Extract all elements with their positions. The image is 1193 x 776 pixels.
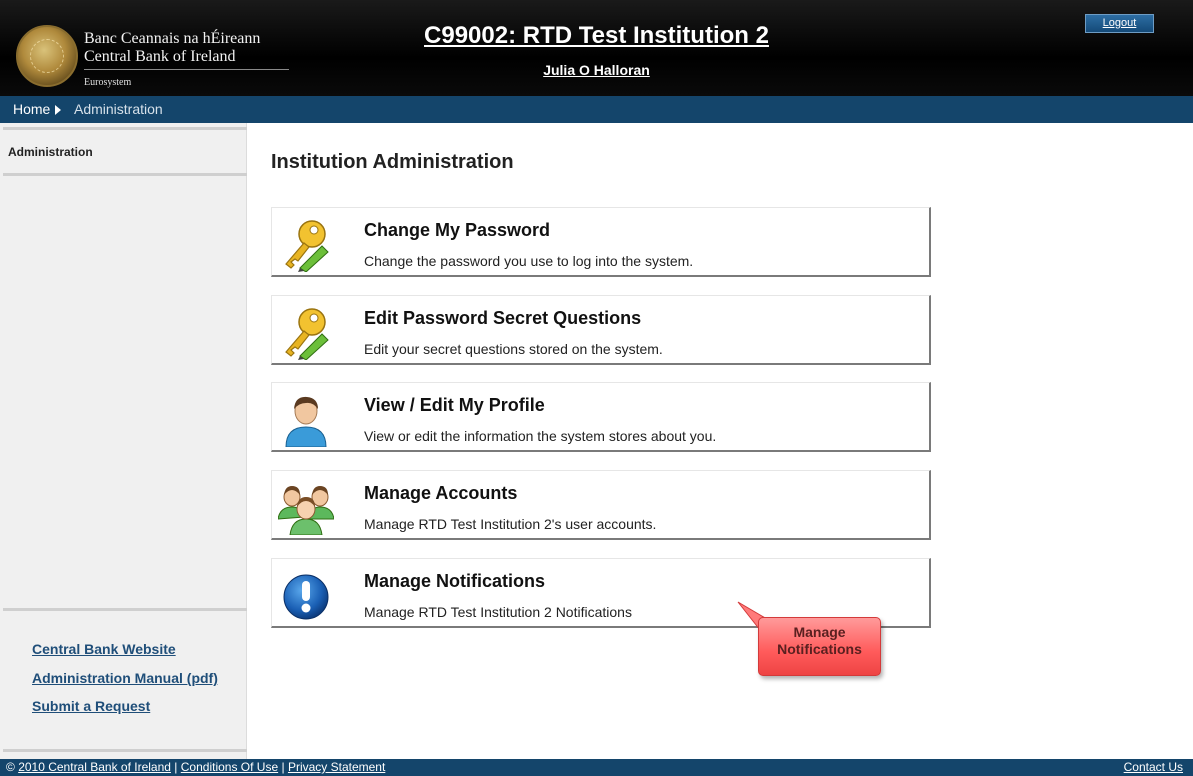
- breadcrumb-current: Administration: [74, 101, 163, 117]
- sidebar-divider: [3, 127, 247, 130]
- submit-request-link[interactable]: Submit a Request: [32, 698, 150, 714]
- card-title: Change My Password: [364, 220, 551, 240]
- sidebar-divider: [3, 173, 247, 176]
- administration-manual-link[interactable]: Administration Manual (pdf): [32, 670, 218, 686]
- eurosystem-label: Eurosystem: [84, 77, 132, 88]
- copyright-symbol: ©: [6, 760, 19, 774]
- manage-notifications-callout: Manage Notifications: [758, 617, 881, 676]
- institution-title[interactable]: C99002: RTD Test Institution 2: [0, 22, 1193, 50]
- card-title: Manage Accounts: [364, 483, 518, 503]
- card-title: View / Edit My Profile: [364, 395, 545, 415]
- card-title: Edit Password Secret Questions: [364, 308, 642, 328]
- edit-secret-questions-card[interactable]: Edit Password Secret Questions Edit your…: [271, 295, 931, 365]
- footer: © 2010 Central Bank of Ireland | Conditi…: [0, 759, 1193, 776]
- sidebar-title: Administration: [8, 145, 93, 159]
- user-profile-icon: [285, 396, 327, 447]
- manage-accounts-card[interactable]: Manage Accounts Manage RTD Test Institut…: [271, 470, 931, 540]
- card-description: Manage RTD Test Institution 2's user acc…: [364, 516, 657, 532]
- user-group-icon: [278, 486, 334, 535]
- footer-links: © 2010 Central Bank of Ireland | Conditi…: [6, 760, 385, 774]
- breadcrumb-arrow-icon: [55, 105, 61, 115]
- breadcrumb-home-link[interactable]: Home: [13, 101, 50, 117]
- card-title: Manage Notifications: [364, 571, 546, 591]
- central-bank-website-link[interactable]: Central Bank Website: [32, 641, 176, 657]
- footer-separator: |: [170, 760, 181, 774]
- copyright-link[interactable]: 2010 Central Bank of Ireland: [18, 760, 171, 774]
- exclamation-icon: [283, 574, 329, 620]
- sidebar: Administration Central Bank Website Admi…: [0, 123, 247, 759]
- card-description: Manage RTD Test Institution 2 Notificati…: [364, 604, 632, 620]
- key-pencil-icon: [285, 308, 329, 360]
- conditions-of-use-link[interactable]: Conditions Of Use: [181, 760, 278, 774]
- card-description: Edit your secret questions stored on the…: [364, 341, 663, 357]
- logout-button[interactable]: Logout: [1085, 14, 1154, 33]
- view-edit-profile-card[interactable]: View / Edit My Profile View or edit the …: [271, 382, 931, 452]
- header: Banc Ceannais na hÉireann Central Bank o…: [0, 0, 1193, 96]
- footer-separator: |: [278, 760, 288, 774]
- privacy-statement-link[interactable]: Privacy Statement: [288, 760, 385, 774]
- user-name-link[interactable]: Julia O Halloran: [0, 62, 1193, 78]
- breadcrumb: Home Administration: [0, 96, 1193, 123]
- card-description: Change the password you use to log into …: [364, 253, 694, 269]
- callout-line-1: Manage: [793, 624, 846, 640]
- sidebar-divider: [3, 608, 247, 611]
- callout-line-2: Notifications: [777, 641, 862, 657]
- page-title: Institution Administration: [271, 151, 514, 173]
- card-description: View or edit the information the system …: [364, 428, 717, 444]
- change-password-card[interactable]: Change My Password Change the password y…: [271, 207, 931, 277]
- sidebar-divider: [3, 749, 247, 752]
- contact-us-link[interactable]: Contact Us: [1124, 760, 1183, 774]
- key-pencil-icon: [285, 220, 329, 272]
